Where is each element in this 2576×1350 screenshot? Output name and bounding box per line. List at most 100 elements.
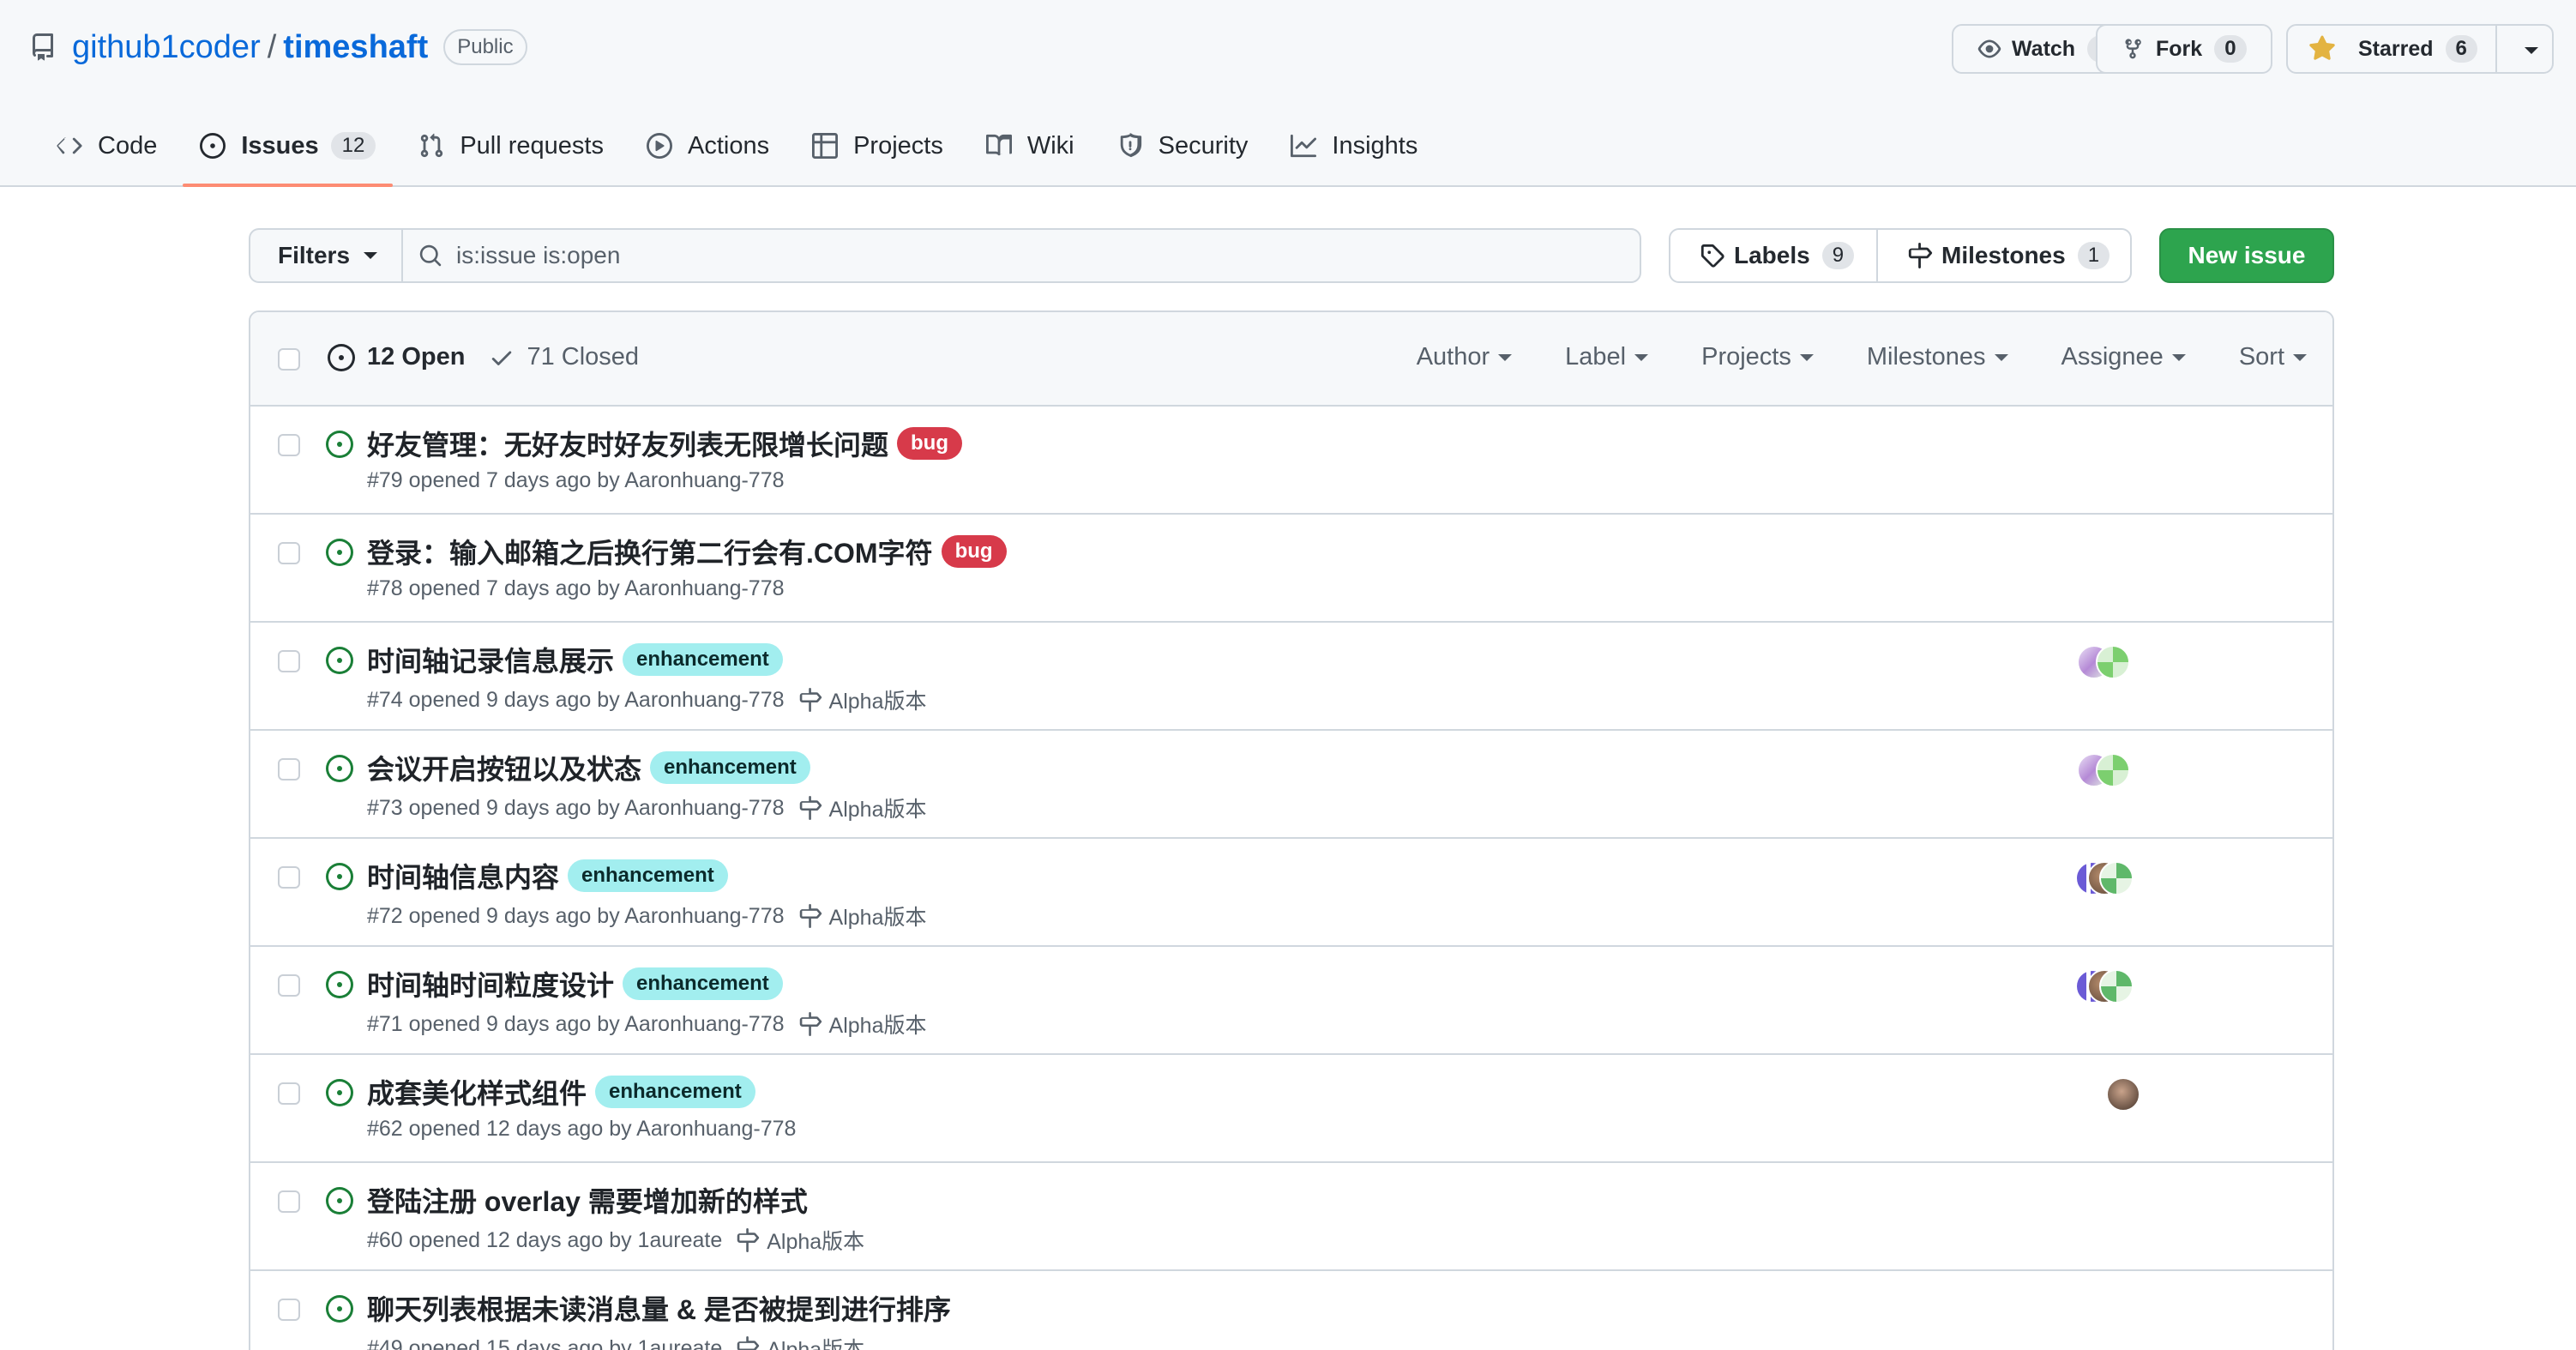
fork-label: Fork [2156, 36, 2203, 61]
milestones-button[interactable]: Milestones 1 [1876, 228, 2132, 283]
closed-issues-link[interactable]: 71 Closed [489, 343, 639, 371]
tab-actions[interactable]: Actions [629, 118, 786, 173]
filters-button[interactable]: Filters [249, 228, 403, 283]
issue-title-link[interactable]: 时间轴记录信息展示 [367, 640, 614, 679]
issue-row[interactable]: 登陆注册 overlay 需要增加新的样式 #60 opened 12 days… [250, 1163, 2332, 1271]
issue-meta: #62 opened 12 days ago by Aaronhuang-778 [367, 1117, 796, 1142]
projects-filter[interactable]: Projects [1701, 343, 1814, 371]
issue-label[interactable]: bug [897, 427, 962, 460]
new-issue-button[interactable]: New issue [2159, 228, 2334, 283]
issue-milestone-link[interactable]: Alpha版本 [798, 684, 926, 715]
repo-name-link[interactable]: timeshaft [283, 29, 428, 66]
avatar[interactable] [2099, 969, 2134, 1003]
issue-checkbox[interactable] [278, 866, 300, 889]
avatar[interactable] [2096, 645, 2130, 679]
milestones-filter[interactable]: Milestones [1867, 343, 2008, 371]
repo-nav: Code Issues 12 Pull requests Actions Pro… [39, 118, 1443, 187]
tab-code[interactable]: Code [39, 118, 174, 173]
tab-pull-requests[interactable]: Pull requests [401, 118, 621, 173]
repo-owner-link[interactable]: github1coder [72, 29, 261, 66]
eye-icon [1977, 39, 2001, 58]
issue-milestone-link[interactable]: Alpha版本 [736, 1333, 864, 1350]
label-filter[interactable]: Label [1565, 343, 1649, 371]
author-filter[interactable]: Author [1417, 343, 1513, 371]
assignee-filter[interactable]: Assignee [2061, 343, 2186, 371]
issue-milestone-label: Alpha版本 [828, 906, 927, 930]
issue-milestone-link[interactable]: Alpha版本 [798, 1009, 926, 1040]
issue-opened-info: #78 opened 7 days ago by Aaronhuang-778 [367, 576, 785, 600]
issue-row[interactable]: 会议开启按钮以及状态 enhancement #73 opened 9 days… [250, 731, 2332, 839]
tab-security[interactable]: Security [1100, 118, 1266, 173]
issue-meta: #49 opened 15 days ago by 1aureate Alpha… [367, 1333, 864, 1350]
starred-button[interactable]: Starred 6 [2286, 24, 2554, 74]
issue-label[interactable]: enhancement [595, 1076, 755, 1108]
tab-security-label: Security [1158, 131, 1249, 160]
starred-label: Starred [2358, 36, 2434, 61]
tab-actions-label: Actions [687, 131, 770, 160]
chevron-down-icon [1799, 353, 1814, 361]
book-icon [985, 134, 1012, 156]
issue-milestone-link[interactable]: Alpha版本 [798, 901, 927, 931]
issue-checkbox[interactable] [278, 758, 300, 780]
tag-icon [1700, 244, 1724, 268]
issue-title-line: 时间轴信息内容 enhancement [367, 856, 728, 895]
tab-insights[interactable]: Insights [1273, 118, 1435, 173]
issue-checkbox[interactable] [278, 974, 300, 997]
issue-row[interactable]: 聊天列表根据未读消息量 & 是否被提到进行排序 #49 opened 15 da… [250, 1271, 2332, 1350]
issue-opened-icon [326, 1295, 353, 1323]
issue-row[interactable]: 时间轴记录信息展示 enhancement #74 opened 9 days … [250, 623, 2332, 731]
issue-checkbox[interactable] [278, 434, 300, 456]
tab-issues[interactable]: Issues 12 [183, 118, 394, 187]
issue-title-line: 好友管理：无好友时好友列表无限增长问题 bug [367, 424, 962, 463]
select-all-checkbox[interactable] [278, 348, 300, 371]
issue-label[interactable]: enhancement [623, 643, 783, 676]
issue-title-link[interactable]: 登录：输入邮箱之后换行第二行会有.COM字符 [367, 532, 933, 571]
sort-menu[interactable]: Sort [2239, 343, 2307, 371]
tab-projects[interactable]: Projects [795, 118, 960, 173]
issue-row[interactable]: 时间轴时间粒度设计 enhancement #71 opened 9 days … [250, 947, 2332, 1055]
issue-row[interactable]: 成套美化样式组件 enhancement #62 opened 12 days … [250, 1055, 2332, 1163]
issue-label[interactable]: enhancement [623, 967, 783, 1000]
issue-title-link[interactable]: 成套美化样式组件 [367, 1072, 587, 1112]
filters-label: Filters [278, 242, 351, 268]
issue-title-link[interactable]: 时间轴时间粒度设计 [367, 964, 614, 1003]
play-icon [646, 133, 672, 159]
search-input[interactable] [456, 242, 1571, 269]
issue-milestone-label: Alpha版本 [828, 798, 927, 822]
avatar[interactable] [2099, 861, 2134, 895]
avatar[interactable] [2096, 753, 2130, 787]
issue-meta: #73 opened 9 days ago by Aaronhuang-778 … [367, 793, 926, 823]
issue-milestone-link[interactable]: Alpha版本 [798, 793, 927, 823]
issue-title-line: 登陆注册 overlay 需要增加新的样式 [367, 1180, 808, 1220]
issue-checkbox[interactable] [278, 1190, 300, 1213]
sort-label: Sort [2238, 343, 2284, 371]
issue-milestone-link[interactable]: Alpha版本 [736, 1225, 864, 1256]
issue-checkbox[interactable] [278, 1082, 300, 1105]
issue-checkbox[interactable] [278, 650, 300, 672]
avatar[interactable] [2106, 1077, 2140, 1112]
issue-title-link[interactable]: 登陆注册 overlay 需要增加新的样式 [367, 1180, 808, 1220]
issue-title-link[interactable]: 时间轴信息内容 [367, 856, 559, 895]
issue-title-link[interactable]: 好友管理：无好友时好友列表无限增长问题 [367, 424, 888, 463]
labels-button[interactable]: Labels 9 [1669, 228, 1878, 283]
issue-label[interactable]: enhancement [650, 751, 810, 784]
issue-title-link[interactable]: 会议开启按钮以及状态 [367, 748, 641, 787]
fork-button[interactable]: Fork 0 [2096, 24, 2272, 74]
issue-checkbox[interactable] [278, 1299, 300, 1321]
chevron-down-icon[interactable] [2525, 47, 2538, 54]
issue-title-link[interactable]: 聊天列表根据未读消息量 & 是否被提到进行排序 [367, 1288, 951, 1328]
milestone-icon [737, 1228, 760, 1252]
issue-checkbox[interactable] [278, 542, 300, 564]
milestones-filter-label: Milestones [1866, 343, 1986, 371]
issue-opened-icon [326, 1079, 353, 1106]
issue-row[interactable]: 好友管理：无好友时好友列表无限增长问题 bug #79 opened 7 day… [250, 407, 2332, 515]
tab-wiki[interactable]: Wiki [969, 118, 1092, 173]
open-issues-link[interactable]: 12 Open [328, 343, 465, 371]
issue-opened-info: #79 opened 7 days ago by Aaronhuang-778 [367, 468, 785, 492]
tab-wiki-label: Wiki [1026, 131, 1074, 160]
issue-row[interactable]: 时间轴信息内容 enhancement #72 opened 9 days ag… [250, 839, 2332, 947]
issue-label[interactable]: enhancement [568, 859, 728, 892]
issue-label[interactable]: bug [941, 535, 1007, 568]
issue-row[interactable]: 登录：输入邮箱之后换行第二行会有.COM字符 bug #78 opened 7 … [250, 515, 2332, 623]
visibility-badge: Public [443, 29, 527, 65]
